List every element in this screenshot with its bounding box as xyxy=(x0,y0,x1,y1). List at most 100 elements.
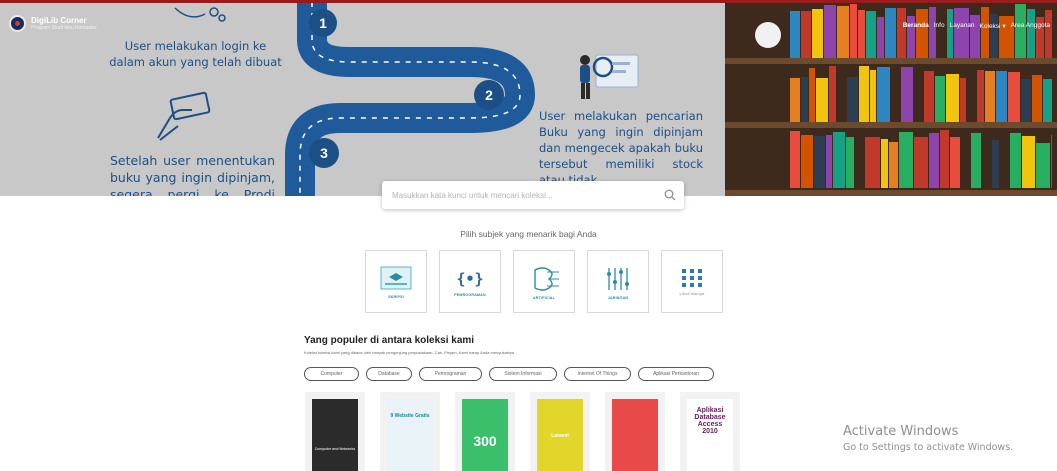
shelf-book xyxy=(985,71,995,122)
shelf-book xyxy=(881,139,888,188)
shelf-book xyxy=(990,14,998,58)
subject-list: SKRIPSI {•} PEMROGRAMAN ARTIFICIAL JARIN… xyxy=(365,250,723,313)
chip-sistem-informasi[interactable]: Sistem Informasi xyxy=(489,367,557,381)
step-3-badge xyxy=(309,138,339,168)
subject-label: ARTIFICIAL xyxy=(533,295,555,300)
subjects-title: Pilih subjek yang menarik bagi Anda xyxy=(460,229,597,239)
watermark-title: Activate Windows xyxy=(843,424,959,439)
step-1-badge xyxy=(309,9,337,37)
search-input[interactable] xyxy=(382,181,652,209)
thesis-icon xyxy=(380,266,412,289)
step-2-text: User melakukan pencarian Buku yang ingin… xyxy=(539,109,703,187)
shelf-book xyxy=(897,8,906,58)
nav-beranda[interactable]: Beranda xyxy=(903,22,929,30)
chip-database[interactable]: Database xyxy=(366,367,412,381)
shelf-book xyxy=(914,137,928,188)
subject-card-skripsi[interactable]: SKRIPSI xyxy=(365,250,427,313)
subject-card-more[interactable]: Lihat lainnya xyxy=(661,250,723,313)
hero-banner: User melakukan login ke dalam akun yang … xyxy=(0,0,1057,196)
chip-pemrograman[interactable]: Pemrograman xyxy=(419,367,482,381)
nav-koleksi-label: Koleksi xyxy=(979,23,1001,30)
shelf-book xyxy=(1051,135,1052,188)
shelf-book xyxy=(812,9,823,58)
nav-area-anggota[interactable]: Area Anggota xyxy=(1011,22,1050,30)
shelf-book xyxy=(924,71,934,122)
shelf-book xyxy=(950,137,960,188)
shelf-book xyxy=(824,5,836,58)
brand-logo-icon xyxy=(9,15,26,32)
login-illustration-icon xyxy=(174,7,226,22)
shelf-book xyxy=(877,17,884,58)
top-border xyxy=(0,0,1057,3)
chip-computer[interactable]: Computer xyxy=(304,367,359,381)
shelf-book xyxy=(866,11,876,58)
subject-label: SKRIPSI xyxy=(388,294,404,299)
svg-text:{•}: {•} xyxy=(456,270,483,288)
book-card[interactable] xyxy=(605,392,665,471)
book-cover xyxy=(612,399,658,471)
subject-card-pemrograman[interactable]: {•} PEMROGRAMAN xyxy=(439,250,501,313)
subject-label: PEMROGRAMAN xyxy=(454,292,486,297)
shelf-book xyxy=(946,74,959,122)
nav-info[interactable]: Info xyxy=(934,22,945,30)
shelf-book xyxy=(859,66,869,122)
nav-layanan[interactable]: Layanan xyxy=(950,22,975,30)
shelf-book xyxy=(790,131,800,188)
step-1-text: User melakukan login ke dalam akun yang … xyxy=(109,39,282,69)
subject-card-jaringan[interactable]: JARINGAN xyxy=(587,250,649,313)
subject-card-artificial[interactable]: ARTIFICIAL xyxy=(513,250,575,313)
popular-description: Koleksi koleksi kami yang dibaca oleh ba… xyxy=(304,350,515,355)
shelf-book xyxy=(826,135,832,188)
code-brackets-icon: {•} xyxy=(456,270,483,288)
shelf-book xyxy=(1015,4,1026,58)
chip-aplikasi-perkantoran[interactable]: Aplikasi Perkantoran xyxy=(638,367,714,381)
shelf-book xyxy=(929,133,939,188)
subject-label: Lihat lainnya xyxy=(679,291,705,296)
shelf-book xyxy=(870,70,876,122)
book-cover: Aplikasi Database Access 2010 xyxy=(687,399,733,471)
search-icon[interactable] xyxy=(664,189,676,201)
shelf-book xyxy=(981,7,989,58)
book-card[interactable]: 300 xyxy=(455,392,515,471)
ai-brain-icon xyxy=(534,266,559,291)
grid-dots-icon xyxy=(682,269,702,287)
category-chips: Computer Database Pemrograman Sistem Inf… xyxy=(304,367,714,381)
book-cover: 300 xyxy=(462,399,508,471)
search-bar xyxy=(382,181,684,209)
brand-subtitle: Program Studi Ilmu Komputer xyxy=(31,24,97,31)
shelf-book xyxy=(833,132,845,188)
brand[interactable]: DigiLib Corner Program Studi Ilmu Komput… xyxy=(9,15,97,32)
chevron-down-icon: ▾ xyxy=(1002,23,1006,30)
subject-label: JARINGAN xyxy=(607,295,629,300)
shelf-book xyxy=(1021,79,1031,122)
shelf-book xyxy=(901,67,913,122)
book-cover: Computer and Networks xyxy=(312,399,358,471)
shelf-book xyxy=(960,78,966,122)
book-card[interactable]: Laravel xyxy=(530,392,590,471)
popular-title: Yang populer di antara koleksi kami xyxy=(304,335,475,346)
shelf-book xyxy=(971,133,981,188)
chip-internet-of-things[interactable]: Internet Of Things xyxy=(564,367,631,381)
book-list: Computer and Networks 9 Website Gratis 3… xyxy=(305,392,740,471)
book-cover: 9 Website Gratis xyxy=(387,399,433,471)
shelf-book xyxy=(850,4,857,58)
shelf-book xyxy=(865,137,880,188)
book-card[interactable]: 9 Website Gratis xyxy=(380,392,440,471)
shelf-book xyxy=(847,77,858,122)
network-icon xyxy=(607,267,629,290)
shelf-book xyxy=(947,9,953,58)
activate-windows-watermark: Activate Windows Go to Settings to activ… xyxy=(843,424,1013,453)
shelf-book xyxy=(790,11,800,58)
book-cover-text: 9 Website Gratis xyxy=(390,413,430,419)
book-cover: Laravel xyxy=(537,399,583,471)
shelf-book xyxy=(940,130,949,188)
book-card[interactable]: Aplikasi Database Access 2010 xyxy=(680,392,740,471)
book-cover-text: Aplikasi Database Access 2010 xyxy=(694,407,726,435)
shelf-book xyxy=(935,76,945,122)
nav-koleksi[interactable]: Koleksi ▾ xyxy=(980,22,1006,30)
shelf-book xyxy=(858,10,865,58)
shelf-book xyxy=(889,142,898,188)
shelf-book xyxy=(1043,79,1052,122)
book-card[interactable]: Computer and Networks xyxy=(305,392,365,471)
shelf-book xyxy=(790,78,800,122)
